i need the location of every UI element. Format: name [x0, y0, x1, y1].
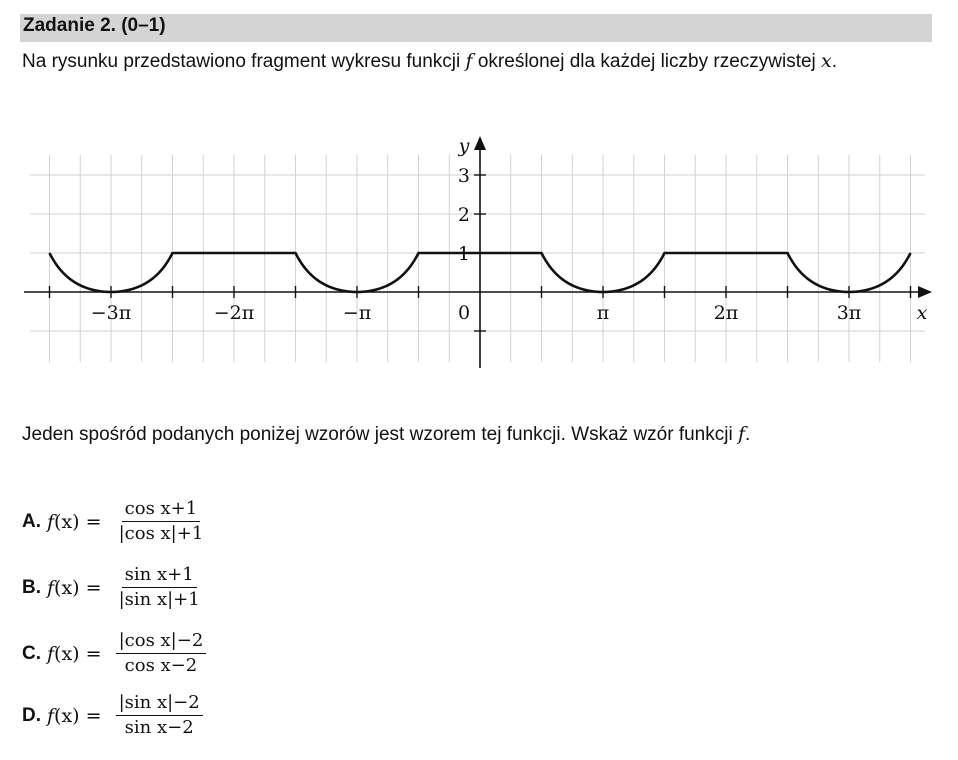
option-letter: B.: [22, 576, 41, 598]
fraction-denominator: |cos x|+1: [118, 523, 204, 544]
x-tick-label: −π: [343, 302, 371, 324]
x-tick-label: −3π: [91, 302, 132, 324]
answer-option-d[interactable]: D. f(x) = |sin x|−2 sin x−2: [22, 692, 203, 739]
x-tick-label: 3π: [837, 302, 862, 324]
instruction-text: Jeden spośród podanych poniżej wzorów je…: [22, 424, 738, 445]
fraction-numerator: cos x+1: [121, 498, 201, 522]
x-axis-arrow: [918, 286, 932, 298]
answer-option-b[interactable]: B. f(x) = sin x+1 |sin x|+1: [22, 564, 203, 611]
option-lhs: f(x) =: [47, 642, 108, 665]
fraction-denominator: |sin x|+1: [118, 589, 200, 610]
fraction-numerator: |sin x|−2: [115, 692, 203, 716]
option-lhs: f(x) =: [47, 704, 108, 727]
x-axis-label: x: [917, 302, 928, 324]
fraction-denominator: cos x−2: [124, 655, 198, 676]
x-tick-label: −2π: [214, 302, 255, 324]
y-axis-label: y: [458, 135, 470, 157]
option-fraction: |sin x|−2 sin x−2: [115, 692, 203, 739]
x-tick-label: 2π: [714, 302, 739, 324]
option-letter: D.: [22, 704, 41, 726]
fraction-numerator: |cos x|−2: [115, 630, 207, 654]
option-lhs: f(x) =: [47, 510, 108, 533]
option-fraction: |cos x|−2 cos x−2: [115, 630, 207, 677]
fraction-denominator: sin x−2: [124, 717, 194, 738]
option-letter: A.: [22, 510, 41, 532]
instruction: Jeden spośród podanych poniżej wzorów je…: [22, 423, 750, 446]
answer-option-a[interactable]: A. f(x) = cos x+1 |cos x|+1: [22, 498, 206, 545]
y-axis-arrow: [474, 136, 486, 150]
instruction-var-f: f: [737, 423, 746, 445]
y-tick-label: 2: [458, 204, 470, 226]
option-lhs: f(x) =: [47, 576, 108, 599]
x-tick-label: 0: [458, 302, 470, 324]
instruction-end: .: [745, 424, 751, 445]
option-fraction: cos x+1 |cos x|+1: [116, 498, 207, 545]
x-tick-label: π: [597, 302, 610, 324]
fraction-numerator: sin x+1: [121, 564, 197, 588]
option-letter: C.: [22, 642, 41, 664]
y-tick-label: 3: [458, 165, 470, 187]
option-fraction: sin x+1 |sin x|+1: [116, 564, 203, 611]
answer-option-c[interactable]: C. f(x) = |cos x|−2 cos x−2: [22, 630, 207, 677]
